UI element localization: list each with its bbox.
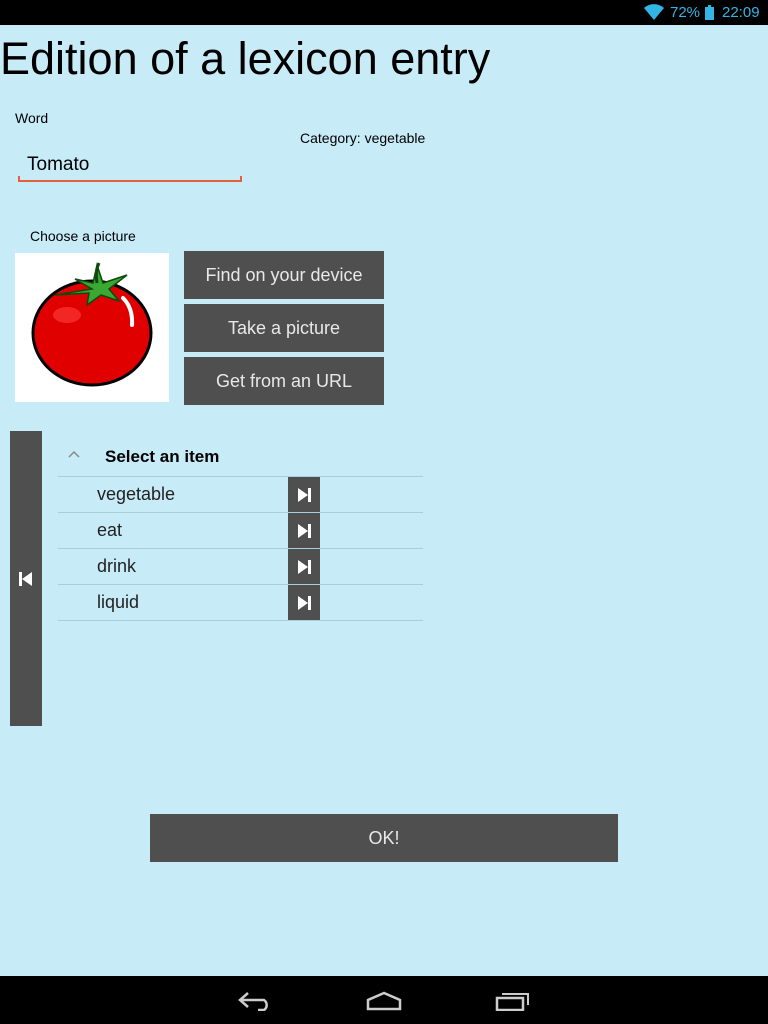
list-item-label: vegetable — [97, 484, 176, 504]
skip-next-icon — [298, 559, 311, 574]
next-level-button[interactable] — [288, 513, 320, 548]
skip-next-icon — [298, 523, 311, 538]
input-underline-corner — [18, 176, 20, 182]
category-text: Category: vegetable — [300, 130, 426, 146]
previous-level-button[interactable] — [10, 431, 42, 726]
take-picture-button[interactable]: Take a picture — [184, 304, 384, 352]
chevron-up-icon — [68, 450, 80, 458]
find-on-device-button[interactable]: Find on your device — [184, 251, 384, 299]
battery-percent: 72% — [670, 4, 701, 21]
list-item[interactable]: drink — [58, 549, 423, 585]
clock: 22:09 — [722, 4, 760, 21]
home-icon[interactable] — [366, 991, 402, 1011]
ok-button[interactable]: OK! — [150, 814, 618, 862]
battery-icon — [705, 5, 714, 20]
skip-next-icon — [298, 595, 311, 610]
recent-apps-icon[interactable] — [495, 991, 531, 1011]
back-icon[interactable] — [238, 991, 274, 1011]
select-header[interactable]: Select an item — [58, 440, 423, 477]
wifi-icon — [644, 4, 664, 20]
word-input[interactable] — [18, 150, 242, 182]
next-level-button[interactable] — [288, 549, 320, 584]
skip-previous-icon — [19, 571, 32, 586]
picture-label: Choose a picture — [30, 228, 136, 244]
list-item[interactable]: liquid — [58, 585, 423, 621]
word-label: Word — [15, 110, 49, 126]
next-level-button[interactable] — [288, 585, 320, 620]
list-item-label: eat — [97, 520, 123, 540]
list-item-label: drink — [97, 556, 137, 576]
skip-next-icon — [298, 487, 311, 502]
next-level-button[interactable] — [288, 477, 320, 512]
input-underline-corner — [240, 176, 242, 182]
list-item-label: liquid — [97, 592, 140, 612]
list-item[interactable]: vegetable — [58, 477, 423, 513]
select-header-label: Select an item — [105, 447, 220, 466]
navigation-bar — [0, 976, 768, 1024]
page-title: Edition of a lexicon entry — [0, 33, 491, 84]
tomato-image — [31, 262, 153, 387]
get-from-url-button[interactable]: Get from an URL — [184, 357, 384, 405]
picture-preview — [15, 253, 169, 402]
status-bar: 72% 22:09 — [0, 0, 768, 25]
list-item[interactable]: eat — [58, 513, 423, 549]
